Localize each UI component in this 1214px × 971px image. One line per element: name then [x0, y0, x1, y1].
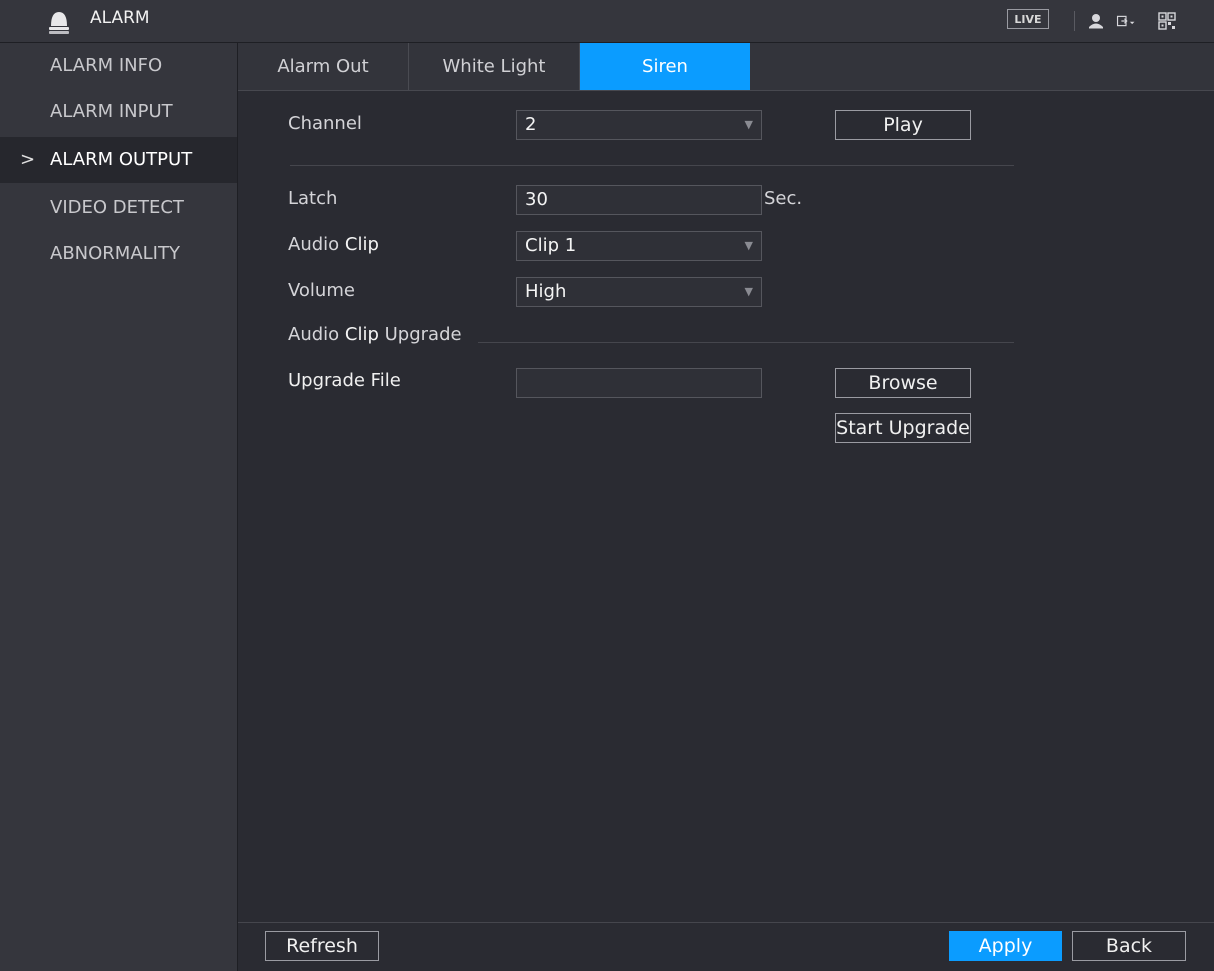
volume-value: High: [525, 281, 567, 302]
page-title: ALARM: [90, 8, 150, 28]
latch-input[interactable]: 30: [516, 185, 762, 215]
volume-label: Volume: [288, 280, 355, 301]
upgrade-file-label: Upgrade File: [288, 370, 401, 391]
start-upgrade-button[interactable]: Start Upgrade: [835, 413, 971, 443]
sidebar-item-alarm-output[interactable]: > ALARM OUTPUT: [0, 137, 237, 183]
sidebar-item-label: ALARM INPUT: [50, 101, 173, 122]
toolbar-divider: [1074, 11, 1075, 31]
upgrade-file-input[interactable]: [516, 368, 762, 398]
latch-unit: Sec.: [764, 188, 803, 209]
channel-dropdown[interactable]: 2 ▼: [516, 110, 762, 140]
footer-divider: [238, 922, 1214, 923]
tab-siren[interactable]: Siren: [580, 43, 750, 90]
dropdown-arrow-icon: ▼: [744, 285, 753, 298]
logout-icon[interactable]: [1116, 11, 1136, 31]
tab-bar: Alarm Out White Light Siren: [238, 43, 1214, 91]
channel-label: Channel: [288, 113, 362, 134]
divider: [290, 165, 1014, 166]
sidebar-item-label: ALARM OUTPUT: [50, 149, 193, 170]
chevron-right-icon: >: [20, 149, 36, 170]
bell-icon: [49, 12, 69, 34]
sidebar-item-label: VIDEO DETECT: [50, 197, 184, 218]
refresh-button[interactable]: Refresh: [265, 931, 379, 961]
live-button[interactable]: LIVE: [1007, 9, 1049, 29]
sidebar-item-video-detect[interactable]: VIDEO DETECT: [0, 185, 237, 231]
sidebar-item-label: ALARM INFO: [50, 55, 163, 76]
tab-alarm-out[interactable]: Alarm Out: [238, 43, 409, 90]
apply-button[interactable]: Apply: [949, 931, 1062, 961]
audio-clip-upgrade-heading: Audio Clip Upgrade: [288, 324, 462, 345]
qr-icon[interactable]: [1157, 11, 1177, 31]
audio-clip-value: Clip 1: [525, 235, 577, 256]
sidebar: ALARM INFO ALARM INPUT > ALARM OUTPUT VI…: [0, 43, 238, 971]
top-bar: ALARM LIVE: [0, 0, 1214, 43]
sidebar-item-abnormality[interactable]: ABNORMALITY: [0, 231, 237, 277]
volume-dropdown[interactable]: High ▼: [516, 277, 762, 307]
dropdown-arrow-icon: ▼: [744, 239, 753, 252]
audio-clip-label: Audio Clip: [288, 234, 379, 255]
tab-white-light[interactable]: White Light: [409, 43, 580, 90]
user-icon[interactable]: [1086, 11, 1106, 31]
back-button[interactable]: Back: [1072, 931, 1186, 961]
sidebar-item-alarm-info[interactable]: ALARM INFO: [0, 43, 237, 89]
section-divider: [478, 342, 1014, 343]
audio-clip-dropdown[interactable]: Clip 1 ▼: [516, 231, 762, 261]
sidebar-item-alarm-input[interactable]: ALARM INPUT: [0, 89, 237, 135]
dropdown-arrow-icon: ▼: [744, 118, 753, 131]
channel-value: 2: [525, 114, 537, 135]
latch-label: Latch: [288, 188, 338, 209]
sidebar-item-label: ABNORMALITY: [50, 243, 180, 264]
browse-button[interactable]: Browse: [835, 368, 971, 398]
play-button[interactable]: Play: [835, 110, 971, 140]
